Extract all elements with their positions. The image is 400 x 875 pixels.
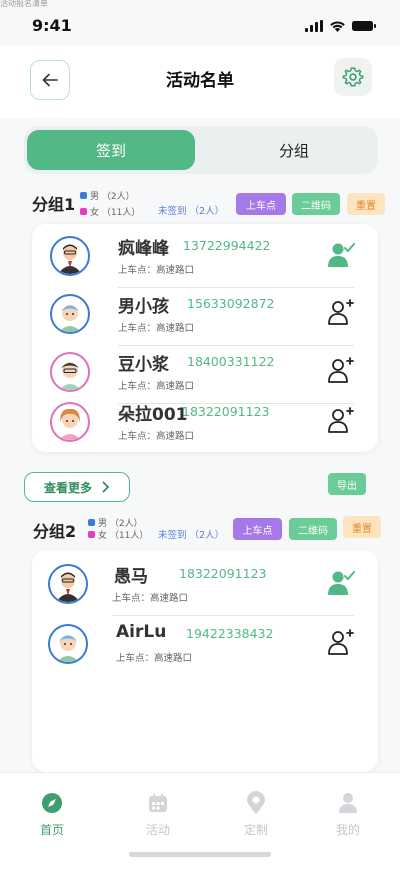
home-indicator[interactable] bbox=[129, 852, 271, 857]
export-button[interactable]: 导出 bbox=[328, 473, 366, 495]
member-phone: 19422338432 bbox=[186, 626, 274, 641]
member-phone: 18400331122 bbox=[187, 354, 275, 369]
add-user-icon[interactable] bbox=[326, 628, 356, 656]
group-1-name: 分组1 bbox=[32, 195, 76, 214]
member-pickup-point: 上车点：高速路口 bbox=[118, 323, 195, 334]
gear-icon bbox=[342, 67, 364, 87]
nav-label: 活动 bbox=[145, 823, 170, 837]
app-header: 活动名单 bbox=[0, 46, 400, 118]
member-name: 愚马 bbox=[114, 567, 148, 587]
nav-label: 我的 bbox=[335, 823, 360, 837]
status-time: 9:41 bbox=[32, 16, 72, 35]
view-more-label: 查看更多 bbox=[43, 480, 92, 495]
group-1-card: 疯峰峰 13722994422 上车点：高速路口 男小孩 15633092872… bbox=[32, 224, 378, 452]
add-user-icon[interactable] bbox=[326, 356, 356, 384]
member-name: 朵拉001 bbox=[118, 405, 188, 425]
group-2-name: 分组2 bbox=[33, 522, 77, 541]
member-row[interactable]: 疯峰峰 13722994422 上车点：高速路口 bbox=[32, 230, 378, 288]
group-1-header: 分组1 男 （2人） 女 （11人） 未签到 （2人） 上车点 二维码 重置 bbox=[0, 187, 400, 219]
add-user-icon[interactable] bbox=[326, 406, 356, 434]
divider bbox=[112, 615, 354, 616]
female-dot bbox=[80, 208, 87, 215]
group-2-header: 分组2 男 （2人） 女 （11人） 未签到 （2人） 上车点 二维码 重置 bbox=[0, 513, 400, 545]
signed-in-user-icon[interactable] bbox=[326, 568, 356, 596]
member-pickup-point: 上车点：高速路口 bbox=[118, 381, 195, 392]
female-count-text: 女 （11人） bbox=[98, 531, 149, 541]
avatar bbox=[48, 564, 88, 604]
group-2-reset-button[interactable]: 重置 bbox=[343, 516, 381, 538]
signal-icon bbox=[305, 20, 323, 32]
compass-icon bbox=[40, 791, 64, 815]
member-name: AirLu bbox=[116, 622, 167, 642]
avatar bbox=[50, 352, 90, 392]
member-phone: 15633092872 bbox=[187, 296, 275, 311]
male-dot bbox=[80, 192, 87, 199]
member-pickup-point: 上车点：高速路口 bbox=[118, 431, 195, 442]
group-2-unsigned-count: 未签到 （2人） bbox=[158, 530, 225, 541]
nav-item-custom[interactable]: 定制 bbox=[226, 791, 286, 838]
avatar bbox=[48, 624, 88, 664]
member-pickup-point: 上车点：高速路口 bbox=[112, 593, 189, 604]
group-2-qrcode-button[interactable]: 二维码 bbox=[289, 518, 337, 540]
chevron-right-icon bbox=[102, 481, 110, 493]
avatar bbox=[50, 236, 90, 276]
page-hint-text: 活动报名清单 bbox=[0, 0, 48, 8]
member-name: 男小孩 bbox=[118, 297, 169, 317]
avatar bbox=[50, 294, 90, 334]
male-dot bbox=[88, 519, 95, 526]
member-phone: 13722994422 bbox=[183, 238, 271, 253]
member-pickup-point: 上车点：高速路口 bbox=[118, 265, 195, 276]
group-1-unsigned-count: 未签到 （2人） bbox=[158, 206, 225, 217]
group-1-female-count: 女 （11人） bbox=[80, 205, 140, 218]
wifi-icon bbox=[330, 21, 345, 32]
group-1-pickup-button[interactable]: 上车点 bbox=[236, 193, 286, 215]
member-pickup-point: 上车点：高速路口 bbox=[116, 653, 193, 664]
nav-item-activity[interactable]: 活动 bbox=[128, 791, 188, 838]
member-name: 豆小浆 bbox=[118, 355, 169, 375]
member-row[interactable]: 男小孩 15633092872 上车点：高速路口 bbox=[32, 288, 378, 346]
screen: 活动报名清单 9:41 活动名单 签到 分组 分组1 男 （2人） 女 （11人… bbox=[0, 0, 400, 875]
status-icons bbox=[305, 20, 376, 32]
member-name: 疯峰峰 bbox=[118, 239, 169, 259]
member-phone: 18322091123 bbox=[179, 566, 267, 581]
view-more-button[interactable]: 查看更多 bbox=[24, 472, 130, 502]
user-icon bbox=[336, 791, 360, 815]
battery-icon bbox=[352, 21, 376, 31]
nav-item-mine[interactable]: 我的 bbox=[318, 791, 378, 838]
signed-in-user-icon[interactable] bbox=[326, 240, 356, 268]
male-count-text: 男 （2人） bbox=[90, 192, 135, 202]
location-pin-icon bbox=[244, 791, 268, 815]
female-dot bbox=[88, 531, 95, 538]
member-phone: 18322091123 bbox=[182, 404, 270, 419]
tab-sign-in[interactable]: 签到 bbox=[27, 130, 195, 170]
group-1-reset-button[interactable]: 重置 bbox=[347, 193, 385, 215]
status-bar: 9:41 bbox=[0, 8, 400, 44]
nav-label: 首页 bbox=[39, 823, 64, 837]
group-2-female-count: 女 （11人） bbox=[88, 528, 148, 541]
nav-item-home[interactable]: 首页 bbox=[22, 791, 82, 838]
settings-button[interactable] bbox=[334, 58, 372, 96]
tab-switcher: 签到 分组 bbox=[24, 126, 378, 174]
group-1-male-count: 男 （2人） bbox=[80, 189, 135, 202]
member-row[interactable]: 朵拉001 18322091123 上车点：高速路口 bbox=[32, 396, 378, 454]
group-2-pickup-button[interactable]: 上车点 bbox=[233, 518, 282, 540]
group-2-card: 愚马 18322091123 上车点：高速路口 AirLu 1942233843… bbox=[32, 550, 378, 772]
member-row[interactable]: AirLu 19422338432 上车点：高速路口 bbox=[32, 618, 378, 676]
member-row[interactable]: 愚马 18322091123 上车点：高速路口 bbox=[32, 558, 378, 616]
add-user-icon[interactable] bbox=[326, 298, 356, 326]
group-1-qrcode-button[interactable]: 二维码 bbox=[292, 193, 340, 215]
nav-label: 定制 bbox=[243, 823, 268, 837]
avatar bbox=[50, 402, 90, 442]
female-count-text: 女 （11人） bbox=[90, 208, 141, 218]
bottom-navigation: 首页 活动 定制 我的 bbox=[0, 772, 400, 875]
tab-grouping[interactable]: 分组 bbox=[210, 130, 378, 170]
calendar-icon bbox=[146, 791, 170, 815]
